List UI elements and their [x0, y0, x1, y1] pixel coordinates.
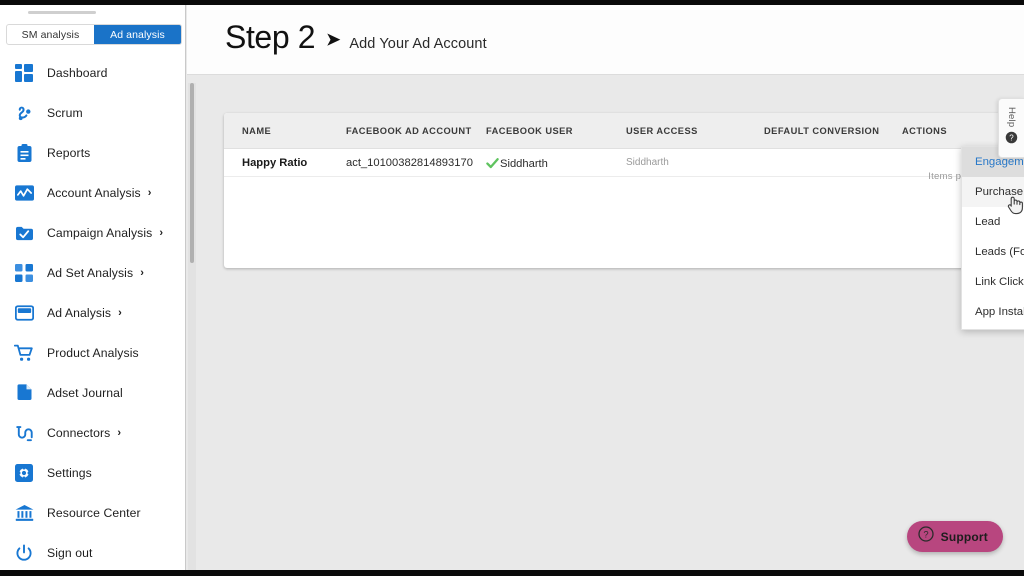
sidebar-grabber — [28, 11, 96, 14]
sidebar-item-label: Ad Set Analysis — [47, 266, 134, 280]
sidebar-item-adset-journal[interactable]: Adset Journal — [0, 373, 185, 413]
sidebar-item-label: Product Analysis — [47, 346, 139, 360]
chevron-right-icon: › — [147, 187, 152, 199]
sidebar-item-resource-center[interactable]: Resource Center — [0, 493, 185, 533]
step-subtitle: Add Your Ad Account — [349, 36, 487, 52]
sidebar-nav-list: Dashboard Scrum Reports Account Analysis… — [0, 53, 185, 573]
sidebar-item-label: Adset Journal — [47, 386, 123, 400]
page-title: Step 2 ➤ Add Your Ad Account — [225, 19, 487, 56]
sidebar-item-connectors[interactable]: Connectors › — [0, 413, 185, 453]
sidebar-item-label: Connectors — [47, 426, 111, 440]
chevron-right-icon: › — [159, 227, 164, 239]
power-icon — [11, 540, 37, 566]
page-scrollbar[interactable] — [188, 83, 196, 570]
ad-accounts-table-card: NAME FACEBOOK AD ACCOUNT FACEBOOK USER U… — [224, 113, 1002, 268]
sidebar-item-sign-out[interactable]: Sign out — [0, 533, 185, 573]
clipboard-icon — [11, 140, 37, 166]
verified-check-icon — [486, 157, 499, 169]
sidebar-item-label: Dashboard — [47, 66, 108, 80]
bank-icon — [11, 500, 37, 526]
question-circle-icon: ? — [917, 526, 934, 547]
sidebar-item-account-analysis[interactable]: Account Analysis › — [0, 173, 185, 213]
scrum-icon — [11, 100, 37, 126]
chart-line-icon — [11, 180, 37, 206]
tab-sm-analysis[interactable]: SM analysis — [7, 25, 94, 44]
dropdown-option-app-installs[interactable]: App Installs — [962, 297, 1024, 327]
sidebar-item-label: Resource Center — [47, 506, 141, 520]
cell-facebook-ad-account: act_10100382814893170 — [346, 156, 473, 169]
sidebar-item-ad-set-analysis[interactable]: Ad Set Analysis › — [0, 253, 185, 293]
main-content: Step 2 ➤ Add Your Ad Account NAME FACEBO… — [187, 5, 1024, 570]
page-header: Step 2 ➤ Add Your Ad Account — [187, 5, 1024, 75]
sidebar-item-label: Account Analysis — [47, 186, 141, 200]
sidebar-item-settings[interactable]: Settings — [0, 453, 185, 493]
help-tab-label: Help — [1006, 107, 1017, 128]
sidebar-item-label: Settings — [47, 466, 92, 480]
column-header-name: NAME — [242, 125, 272, 136]
dropdown-option-lead[interactable]: Lead — [962, 207, 1024, 237]
table-header-row: NAME FACEBOOK AD ACCOUNT FACEBOOK USER U… — [224, 113, 1002, 149]
chevron-right-icon: › — [140, 267, 144, 279]
arrow-right-icon: ➤ — [326, 30, 341, 49]
column-header-fb-account: FACEBOOK AD ACCOUNT — [346, 125, 472, 136]
chevron-right-icon: › — [117, 427, 121, 439]
column-header-fb-user: FACEBOOK USER — [486, 125, 573, 136]
gear-icon — [11, 460, 37, 486]
dropdown-option-purchase[interactable]: Purchase — [962, 177, 1024, 207]
check-badge-icon — [11, 220, 37, 246]
chevron-right-icon: › — [118, 307, 122, 319]
column-header-user-access: USER ACCESS — [626, 125, 698, 136]
cell-name: Happy Ratio — [242, 156, 308, 169]
sidebar-item-label: Reports — [47, 146, 91, 160]
svg-text:?: ? — [1009, 133, 1014, 142]
document-icon — [11, 380, 37, 406]
support-button[interactable]: ? Support — [906, 521, 1003, 552]
help-tab-button[interactable]: Help ? — [998, 98, 1024, 158]
column-header-actions: ACTIONS — [902, 125, 947, 136]
top-letterbox-strip — [0, 0, 1024, 5]
dropdown-option-link-clicks[interactable]: Link Clicks — [962, 267, 1024, 297]
question-mark-icon: ? — [1005, 131, 1018, 149]
sidebar-item-label: Campaign Analysis — [47, 226, 153, 240]
table-row[interactable]: Happy Ratio act_10100382814893170 Siddha… — [224, 149, 1002, 177]
support-label: Support — [940, 529, 988, 544]
sidebar-item-dashboard[interactable]: Dashboard — [0, 53, 185, 93]
column-header-default-conversion: DEFAULT CONVERSION — [764, 125, 880, 136]
analysis-tab-group: SM analysis Ad analysis — [6, 24, 182, 45]
dropdown-option-leads-forms[interactable]: Leads (Forms) — [962, 237, 1024, 267]
sidebar-item-reports[interactable]: Reports — [0, 133, 185, 173]
sidebar-item-campaign-analysis[interactable]: Campaign Analysis › — [0, 213, 185, 253]
sidebar-item-ad-analysis[interactable]: Ad Analysis › — [0, 293, 185, 333]
app-root: SM analysis Ad analysis Dashboard Scrum … — [0, 0, 1024, 576]
default-conversion-dropdown[interactable]: Engagement Purchase Lead Leads (Forms) L… — [961, 146, 1024, 330]
four-squares-icon — [11, 260, 37, 286]
cell-facebook-user-name: Siddharth — [500, 158, 548, 170]
sidebar: SM analysis Ad analysis Dashboard Scrum … — [0, 5, 186, 570]
tab-ad-analysis[interactable]: Ad analysis — [94, 25, 181, 44]
sidebar-item-label: Scrum — [47, 106, 83, 120]
cell-user-access: Siddharth — [626, 157, 669, 168]
grid-icon — [11, 60, 37, 86]
page-scrollbar-thumb[interactable] — [190, 83, 194, 263]
sidebar-item-scrum[interactable]: Scrum — [0, 93, 185, 133]
step-number-label: Step 2 — [225, 19, 316, 55]
sidebar-item-product-analysis[interactable]: Product Analysis — [0, 333, 185, 373]
bottom-letterbox-strip — [0, 570, 1024, 576]
sidebar-item-label: Ad Analysis — [47, 306, 112, 320]
cell-facebook-user: Siddharth — [486, 155, 626, 170]
connector-icon — [11, 420, 37, 446]
cart-icon — [11, 340, 37, 366]
sidebar-item-label: Sign out — [47, 546, 93, 560]
window-icon — [11, 300, 37, 326]
svg-text:?: ? — [923, 528, 928, 539]
